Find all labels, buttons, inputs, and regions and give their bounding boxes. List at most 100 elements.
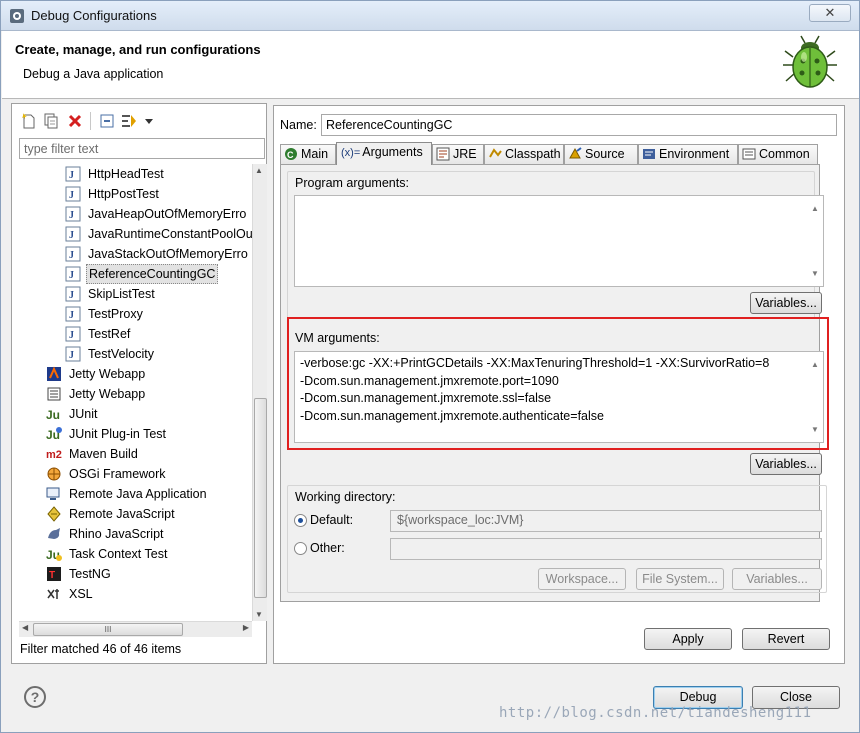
classpath-tab-icon: [489, 148, 502, 158]
vm-arguments-textarea[interactable]: -verbose:gc -XX:+PrintGCDetails -XX:MaxT…: [294, 351, 824, 443]
scroll-up-arrow-icon[interactable]: ▲: [255, 166, 263, 175]
program-variables-button[interactable]: Variables...: [750, 292, 822, 314]
java-class-icon: J: [65, 346, 81, 362]
horizontal-scroll-thumb[interactable]: III: [33, 623, 183, 636]
tree-item-label: Remote Java Application: [69, 487, 207, 501]
tree-item-label: TestVelocity: [88, 347, 155, 361]
duplicate-icon[interactable]: [42, 112, 60, 130]
remote-java-icon: [46, 487, 60, 500]
dialog-header: Create, manage, and run configurations D…: [2, 31, 859, 99]
vm-arg-line: -Dcom.sun.management.jmxremote.ssl=false: [300, 391, 552, 405]
tree-item-label: JUnit: [69, 407, 98, 421]
vm-variables-button[interactable]: Variables...: [750, 453, 822, 475]
tree-item-label: Task Context Test: [69, 547, 168, 561]
scroll-up-arrow-icon[interactable]: ▲: [811, 356, 819, 374]
default-directory-field: ${workspace_loc:JVM}: [390, 510, 822, 532]
new-configuration-icon[interactable]: [20, 112, 38, 130]
tab-arguments[interactable]: (x)= Arguments: [336, 142, 432, 165]
tab-label: Classpath: [505, 147, 561, 161]
apply-button[interactable]: Apply: [644, 628, 732, 650]
scroll-down-arrow-icon[interactable]: ▼: [811, 265, 819, 283]
default-radio[interactable]: [294, 514, 307, 527]
file-system-button[interactable]: File System...: [636, 568, 724, 590]
svg-text:J: J: [69, 290, 74, 301]
collapse-all-icon[interactable]: [98, 112, 116, 130]
header-subtitle: Debug a Java application: [23, 67, 164, 81]
tab-strip: C Main (x)= Arguments JRE Classpath Source Envi…: [280, 142, 820, 165]
java-class-icon: J: [65, 306, 81, 322]
configuration-tree: J HttpHeadTest J HttpPostTest J JavaHeapOutOf…: [19, 164, 252, 621]
tree-item-label: HttpPostTest: [88, 187, 159, 201]
filter-input[interactable]: [19, 138, 265, 159]
tab-jre[interactable]: JRE: [432, 144, 484, 164]
environment-tab-icon: [643, 149, 655, 159]
scroll-down-arrow-icon[interactable]: ▼: [255, 610, 263, 619]
other-directory-field[interactable]: [390, 538, 822, 560]
bug-icon: [783, 35, 837, 88]
svg-text:J: J: [69, 350, 74, 361]
source-tab-icon: [569, 147, 582, 159]
configuration-list-panel: J HttpHeadTest J HttpPostTest J JavaHeapOutOf…: [11, 103, 267, 664]
vm-arguments-group: VM arguments: -verbose:gc -XX:+PrintGCDe…: [287, 325, 824, 477]
other-radio-label: Other:: [310, 541, 345, 555]
tab-classpath[interactable]: Classpath: [484, 144, 564, 164]
scroll-left-arrow-icon[interactable]: ◀: [22, 623, 28, 632]
arguments-tab-icon: (x)=: [341, 147, 361, 159]
revert-button[interactable]: Revert: [742, 628, 830, 650]
vm-arg-line: -Dcom.sun.management.jmxremote.port=1090: [300, 373, 559, 388]
program-arguments-textarea[interactable]: ▲ ▼: [294, 195, 824, 287]
tree-item-label: Jetty Webapp: [69, 387, 146, 401]
tree-item-label: Remote JavaScript: [69, 507, 175, 521]
tree-horizontal-scrollbar[interactable]: ◀ III ▶: [19, 621, 252, 637]
window-close-button[interactable]: ✕: [809, 4, 851, 22]
tree-item-label: XSL: [69, 587, 93, 601]
scroll-down-arrow-icon[interactable]: ▼: [811, 421, 819, 439]
other-radio[interactable]: [294, 542, 307, 555]
program-arguments-scrollbar[interactable]: ▲ ▼: [807, 196, 823, 286]
default-radio-label: Default:: [310, 513, 354, 527]
svg-text:J: J: [69, 310, 74, 321]
tree-item-label: SkipListTest: [88, 287, 155, 301]
jetty-icon: [47, 366, 61, 381]
java-class-icon: J: [65, 286, 81, 302]
debug-configurations-window: Debug Configurations ✕ Create, manage, a…: [0, 0, 860, 733]
junit-plugin-icon: Ju: [46, 427, 62, 442]
tab-label: Source: [585, 147, 625, 161]
svg-text:J: J: [69, 250, 74, 261]
main-tab-icon: C: [285, 148, 297, 160]
jre-tab-icon: [436, 147, 450, 161]
tree-item-label: ReferenceCountingGC: [86, 264, 219, 284]
working-directory-group: Working directory: Default: ${workspace_…: [287, 485, 827, 593]
configuration-editor-panel: Name: C Main (x)=Arguments JRE Classpath Sour…: [273, 105, 845, 664]
tree-item-label: JUnit Plug-in Test: [69, 427, 167, 441]
delete-icon[interactable]: [66, 112, 84, 130]
chevron-down-icon[interactable]: [140, 112, 158, 130]
svg-text:J: J: [69, 330, 74, 341]
working-dir-variables-button[interactable]: Variables...: [732, 568, 822, 590]
arguments-tab-content: Program arguments: ▲ ▼ Variables... VM a…: [280, 164, 829, 602]
tree-item-label: Jetty Webapp: [69, 367, 146, 381]
java-class-icon: J: [65, 226, 81, 242]
tab-common[interactable]: Common: [738, 144, 818, 164]
java-class-icon: J: [65, 326, 81, 342]
title-bar[interactable]: Debug Configurations ✕: [1, 1, 859, 31]
name-input[interactable]: [321, 114, 837, 136]
tree-vertical-scrollbar[interactable]: ▲ ▼: [252, 164, 267, 621]
filter-icon[interactable]: [120, 112, 138, 130]
maven-icon: m2: [46, 449, 62, 461]
help-icon[interactable]: ?: [24, 686, 46, 708]
tab-main[interactable]: C Main: [280, 144, 336, 164]
java-class-icon: J: [65, 166, 81, 182]
vertical-scroll-thumb[interactable]: [254, 398, 267, 598]
svg-text:J: J: [69, 230, 74, 241]
svg-text:J: J: [69, 190, 74, 201]
vm-arguments-scrollbar[interactable]: ▲ ▼: [807, 352, 823, 442]
toolbar-divider: [90, 112, 91, 130]
workspace-button[interactable]: Workspace...: [538, 568, 626, 590]
scroll-up-arrow-icon[interactable]: ▲: [811, 200, 819, 218]
tree-item-label: TestRef: [88, 327, 131, 341]
vm-arg-line: -Dcom.sun.management.jmxremote.authentic…: [300, 408, 604, 423]
tab-environment[interactable]: Environment: [638, 144, 738, 164]
tab-source[interactable]: Source: [564, 144, 638, 164]
scroll-right-arrow-icon[interactable]: ▶: [243, 623, 249, 632]
